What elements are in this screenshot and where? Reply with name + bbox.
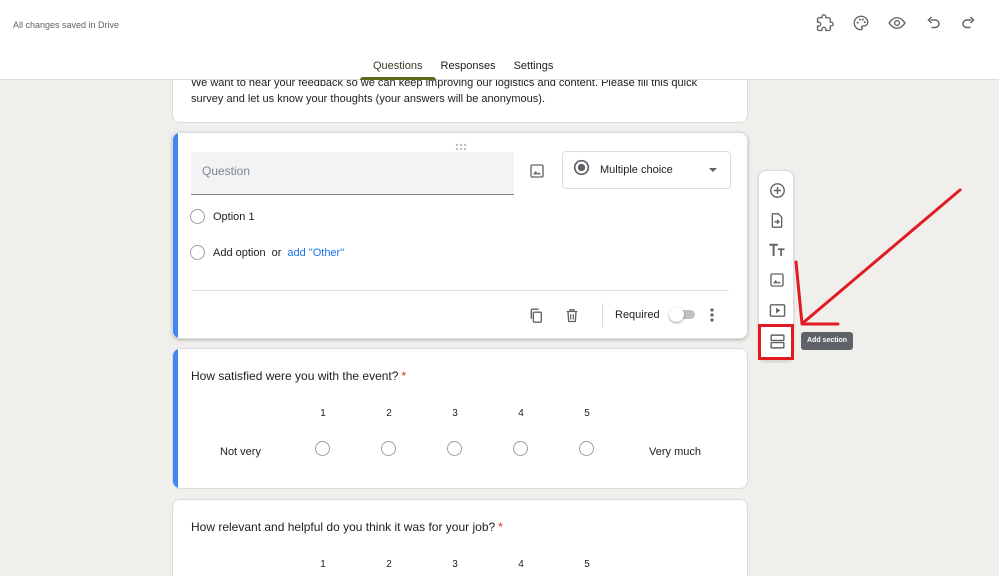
question-title-field	[191, 152, 514, 195]
scale-number: 1	[320, 408, 326, 419]
scale-number: 5	[584, 408, 590, 419]
scale-number: 4	[518, 559, 524, 570]
scale-radio[interactable]	[381, 441, 396, 456]
import-questions-icon[interactable]	[767, 210, 787, 230]
question-title: How satisfied were you with the event? *	[191, 369, 406, 383]
add-image-icon[interactable]	[526, 160, 548, 182]
footer-separator	[602, 303, 603, 327]
add-option-link[interactable]: Add option	[213, 247, 266, 259]
option-label[interactable]: Option 1	[213, 211, 255, 223]
add-other-link[interactable]: add "Other"	[287, 247, 344, 259]
scale-low-label: Not very	[220, 446, 261, 458]
app-header: All changes saved in Drive Questions Res…	[0, 0, 999, 80]
palette-icon[interactable]	[843, 12, 879, 34]
scale-number: 2	[386, 408, 392, 419]
option-radio	[190, 245, 205, 260]
question-title-text: How satisfied were you with the event?	[191, 369, 399, 383]
tab-questions[interactable]: Questions	[360, 58, 436, 80]
scale-number: 4	[518, 408, 524, 419]
tab-responses[interactable]: Responses	[432, 58, 505, 74]
duplicate-icon[interactable]	[525, 304, 547, 326]
undo-icon[interactable]	[915, 12, 951, 34]
scale-question-card[interactable]: How relevant and helpful do you think it…	[172, 499, 748, 576]
tab-settings[interactable]: Settings	[505, 58, 563, 74]
add-image-icon[interactable]	[767, 270, 787, 290]
question-title-input[interactable]	[191, 152, 514, 190]
option-radio	[190, 209, 205, 224]
more-options-icon[interactable]	[704, 304, 720, 326]
question-type-label: Multiple choice	[600, 164, 673, 176]
scale-radio[interactable]	[579, 441, 594, 456]
scale-number: 5	[584, 559, 590, 570]
question-type-dropdown[interactable]: Multiple choice	[562, 151, 731, 189]
chevron-down-icon	[709, 168, 717, 172]
scale-number: 3	[452, 559, 458, 570]
addon-puzzle-icon[interactable]	[807, 12, 843, 34]
required-marker: *	[401, 369, 407, 383]
add-option-row: Add option or add "Other"	[190, 245, 344, 260]
required-label: Required	[615, 309, 660, 321]
scale-number: 1	[320, 559, 326, 570]
scale-question-card[interactable]: How satisfied were you with the event? * …	[172, 348, 748, 489]
card-accent	[173, 349, 178, 488]
add-question-icon[interactable]	[767, 180, 787, 200]
add-video-icon[interactable]	[767, 300, 787, 320]
question-editor-card[interactable]: Multiple choice Option 1 Add option or a…	[172, 132, 748, 339]
question-footer: Required	[173, 301, 747, 329]
scale-number: 2	[386, 559, 392, 570]
add-section-highlight	[758, 324, 794, 360]
form-tabs: Questions Responses Settings	[360, 58, 563, 80]
scale-number: 3	[452, 408, 458, 419]
drag-handle-icon[interactable]	[455, 138, 469, 151]
or-text: or	[271, 246, 282, 259]
question-title-text: How relevant and helpful do you think it…	[191, 520, 496, 534]
redo-icon[interactable]	[951, 12, 987, 34]
scale-high-label: Very much	[649, 446, 701, 458]
required-marker: *	[498, 520, 503, 534]
add-title-icon[interactable]	[767, 240, 787, 260]
delete-icon[interactable]	[561, 304, 583, 326]
scale-radio[interactable]	[513, 441, 528, 456]
save-status: All changes saved in Drive	[13, 20, 120, 30]
header-actions	[807, 12, 987, 34]
question-title: How relevant and helpful do you think it…	[191, 520, 503, 534]
required-toggle[interactable]	[669, 307, 695, 322]
radio-button-icon	[573, 159, 590, 181]
toggle-knob	[669, 307, 684, 322]
scale-radio[interactable]	[447, 441, 462, 456]
preview-eye-icon[interactable]	[879, 12, 915, 34]
footer-divider	[191, 290, 729, 291]
annotation-arrow-icon	[794, 188, 962, 326]
option-row: Option 1	[190, 209, 255, 224]
scale-radio[interactable]	[315, 441, 330, 456]
